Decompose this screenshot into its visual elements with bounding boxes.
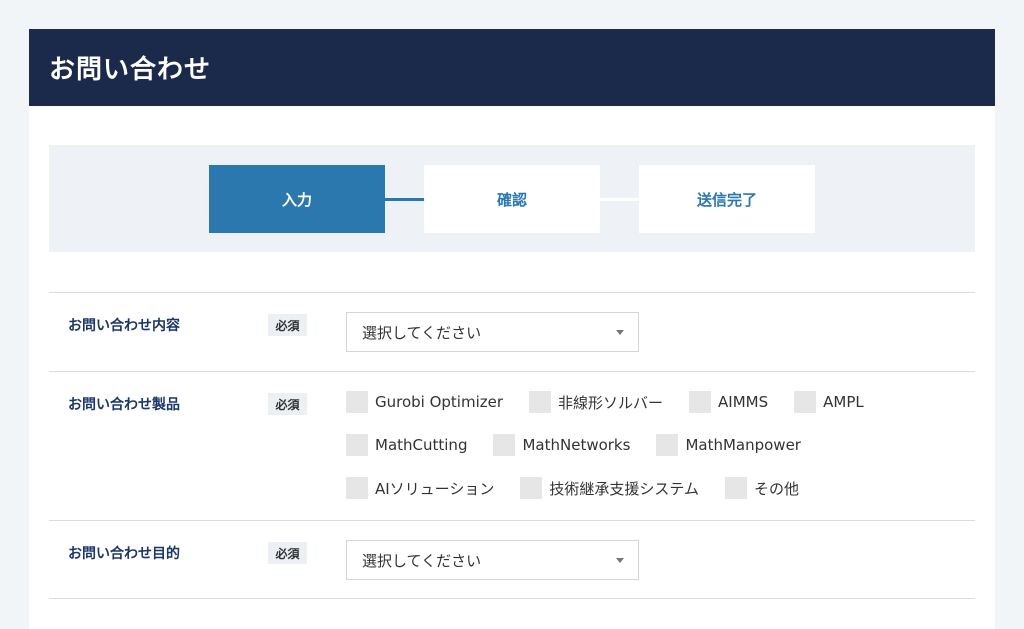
purpose-select[interactable]: 選択してください <box>346 540 639 580</box>
required-badge: 必須 <box>268 314 307 336</box>
checkbox-label: AIMMS <box>718 393 769 411</box>
checkbox-label: MathNetworks <box>522 436 631 454</box>
required-badge: 必須 <box>268 542 307 564</box>
page-title: お問い合わせ <box>49 55 212 85</box>
step-input: 入力 <box>209 165 385 233</box>
checkbox-line: Gurobi Optimizer 非線形ソルバー AIMMS AMPL <box>346 391 966 413</box>
checkbox-label: AIソリューション <box>375 479 495 498</box>
checkbox-square[interactable] <box>794 391 817 413</box>
checkbox-mathnetworks[interactable]: MathNetworks <box>493 434 630 456</box>
checkbox-label: Gurobi Optimizer <box>375 393 504 411</box>
form-row-purpose: お問い合わせ目的 必須 選択してください <box>49 520 975 599</box>
checkbox-square[interactable] <box>529 391 552 413</box>
checkbox-square[interactable] <box>493 434 516 456</box>
checkbox-line: AIソリューション 技術継承支援システム その他 <box>346 477 966 499</box>
product-checkbox-group: Gurobi Optimizer 非線形ソルバー AIMMS AMPL Math… <box>346 391 966 520</box>
page-header: お問い合わせ <box>29 29 995 106</box>
checkbox-ampl[interactable]: AMPL <box>794 391 864 413</box>
step-connector-1 <box>385 198 424 201</box>
chevron-down-icon <box>616 330 624 335</box>
checkbox-square[interactable] <box>520 477 543 499</box>
purpose-label: お問い合わせ目的 <box>68 546 180 562</box>
content-select[interactable]: 選択してください <box>346 312 639 352</box>
checkbox-label: MathManpower <box>685 436 801 454</box>
step-complete: 送信完了 <box>639 165 815 233</box>
checkbox-other[interactable]: その他 <box>724 477 799 499</box>
checkbox-square[interactable] <box>656 434 679 456</box>
checkbox-label: 非線形ソルバー <box>558 393 664 412</box>
checkbox-label: AMPL <box>823 393 864 411</box>
content-select-value: 選択してください <box>362 323 482 342</box>
checkbox-label: その他 <box>753 479 799 498</box>
checkbox-square[interactable] <box>346 434 368 456</box>
contact-card: お問い合わせ 入力 確認 送信完了 お問い合わせ内容 必須 選択してください お… <box>29 29 995 629</box>
checkbox-mathcutting[interactable]: MathCutting <box>346 434 467 456</box>
checkbox-nonlinear-solver[interactable]: 非線形ソルバー <box>529 391 663 413</box>
checkbox-square[interactable] <box>724 477 747 499</box>
checkbox-gurobi[interactable]: Gurobi Optimizer <box>346 391 503 413</box>
contact-form: お問い合わせ内容 必須 選択してください お問い合わせ製品 必須 Gurobi … <box>49 292 975 599</box>
purpose-select-value: 選択してください <box>362 551 482 570</box>
checkbox-line: MathCutting MathNetworks MathManpower <box>346 434 966 456</box>
step-confirm: 確認 <box>424 165 600 233</box>
checkbox-aimms[interactable]: AIMMS <box>689 391 768 413</box>
content-label: お問い合わせ内容 <box>68 318 180 334</box>
progress-steps: 入力 確認 送信完了 <box>49 145 975 252</box>
checkbox-mathmanpower[interactable]: MathManpower <box>656 434 801 456</box>
step-connector-2 <box>600 198 639 201</box>
checkbox-square[interactable] <box>689 391 712 413</box>
chevron-down-icon <box>616 558 624 563</box>
checkbox-label: 技術継承支援システム <box>549 479 699 498</box>
required-badge: 必須 <box>268 393 307 415</box>
form-row-content: お問い合わせ内容 必須 選択してください <box>49 292 975 371</box>
form-row-products: お問い合わせ製品 必須 Gurobi Optimizer 非線形ソルバー AIM… <box>49 371 975 520</box>
products-label: お問い合わせ製品 <box>68 397 180 413</box>
checkbox-ai-solution[interactable]: AIソリューション <box>346 477 494 499</box>
checkbox-label: MathCutting <box>375 436 468 454</box>
checkbox-square[interactable] <box>346 477 368 499</box>
checkbox-square[interactable] <box>346 391 368 413</box>
checkbox-skill-transfer-system[interactable]: 技術継承支援システム <box>520 477 699 499</box>
